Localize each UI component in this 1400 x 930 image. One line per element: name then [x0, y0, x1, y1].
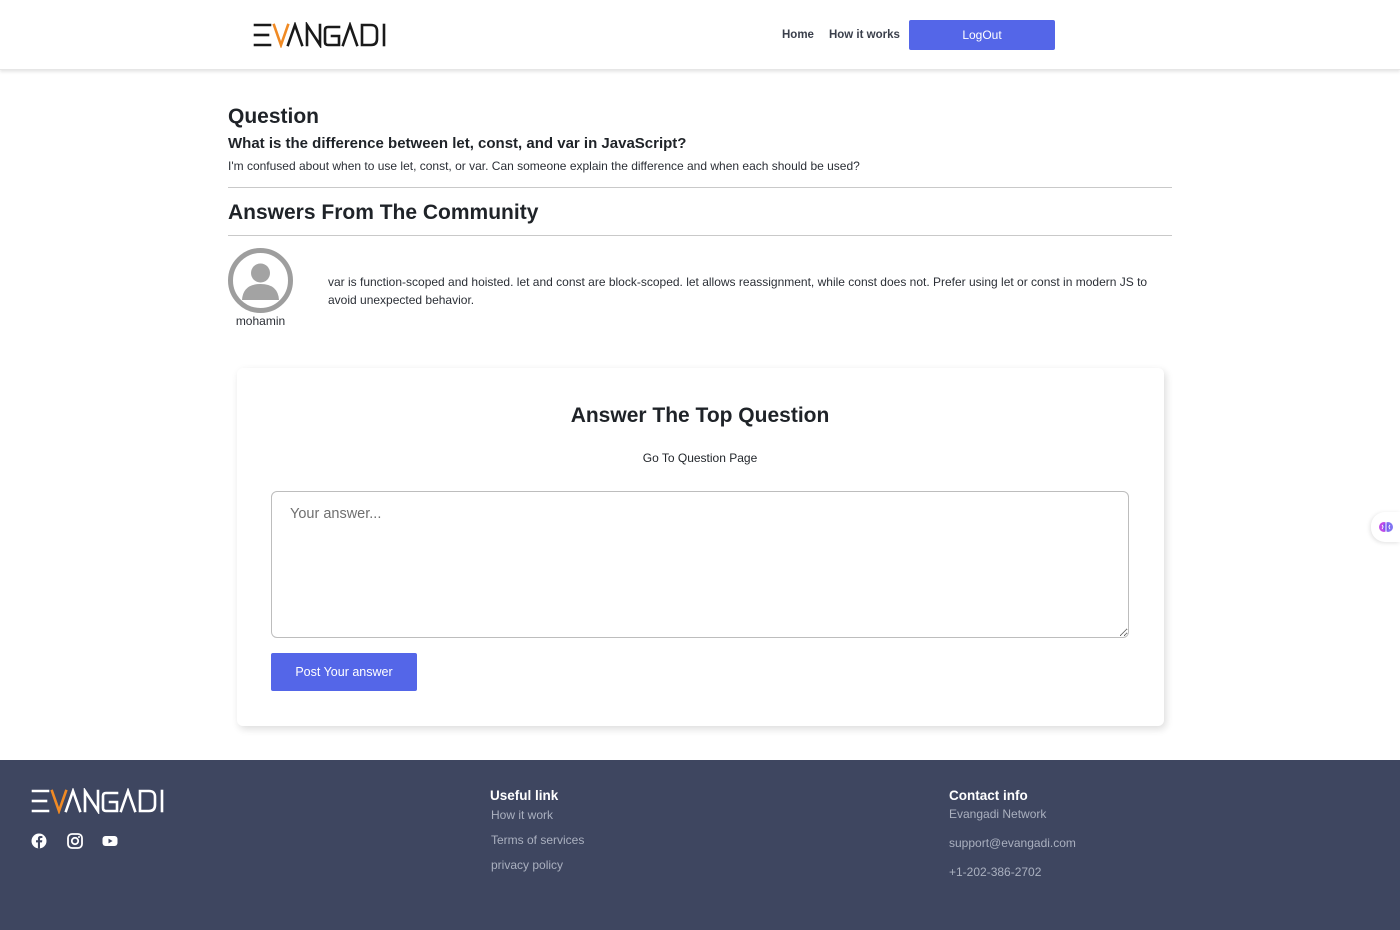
- question-description: I'm confused about when to use let, cons…: [228, 159, 860, 173]
- answer-text: var is function-scoped and hoisted. let …: [328, 275, 1148, 307]
- site-header: Home How it works LogOut: [0, 0, 1400, 70]
- answers-heading: Answers From The Community: [228, 201, 539, 224]
- go-to-question-page-link[interactable]: Go To Question Page: [0, 451, 1400, 465]
- nav-how-it-works-link[interactable]: How it works: [829, 29, 900, 41]
- nav-home-link[interactable]: Home: [782, 29, 814, 41]
- youtube-icon[interactable]: [101, 832, 119, 850]
- footer-link-terms[interactable]: Terms of services: [491, 833, 584, 847]
- question-section: Question What is the difference between …: [228, 104, 1172, 174]
- brain-icon: [1378, 522, 1393, 532]
- answer-textarea[interactable]: [271, 491, 1129, 638]
- contact-network: Evangadi Network: [949, 807, 1047, 821]
- question-title: What is the difference between let, cons…: [228, 135, 687, 152]
- site-footer: [0, 760, 1400, 930]
- divider: [228, 187, 1172, 188]
- answer-username: mohamin: [235, 314, 286, 328]
- footer-link-how-it-work[interactable]: How it work: [491, 808, 553, 822]
- floating-assistant-button[interactable]: [1371, 512, 1400, 542]
- useful-links-title: Useful link: [490, 788, 559, 803]
- evangadi-logo[interactable]: [253, 22, 403, 48]
- contact-phone: +1-202-386-2702: [949, 865, 1042, 879]
- main-nav: Home How it works: [782, 20, 915, 50]
- footer-link-privacy[interactable]: privacy policy: [491, 858, 563, 872]
- contact-email: support@evangadi.com: [949, 836, 1076, 850]
- instagram-icon[interactable]: [66, 832, 84, 850]
- divider: [228, 235, 1172, 236]
- answer-form-title: Answer The Top Question: [570, 404, 830, 427]
- avatar-user-icon: [228, 248, 293, 313]
- facebook-icon[interactable]: [30, 832, 48, 850]
- post-answer-button[interactable]: Post Your answer: [271, 653, 417, 691]
- contact-info-title: Contact info: [949, 788, 1028, 803]
- question-heading: Question: [228, 105, 320, 128]
- footer-evangadi-logo[interactable]: [31, 788, 181, 814]
- logout-button[interactable]: LogOut: [909, 20, 1055, 50]
